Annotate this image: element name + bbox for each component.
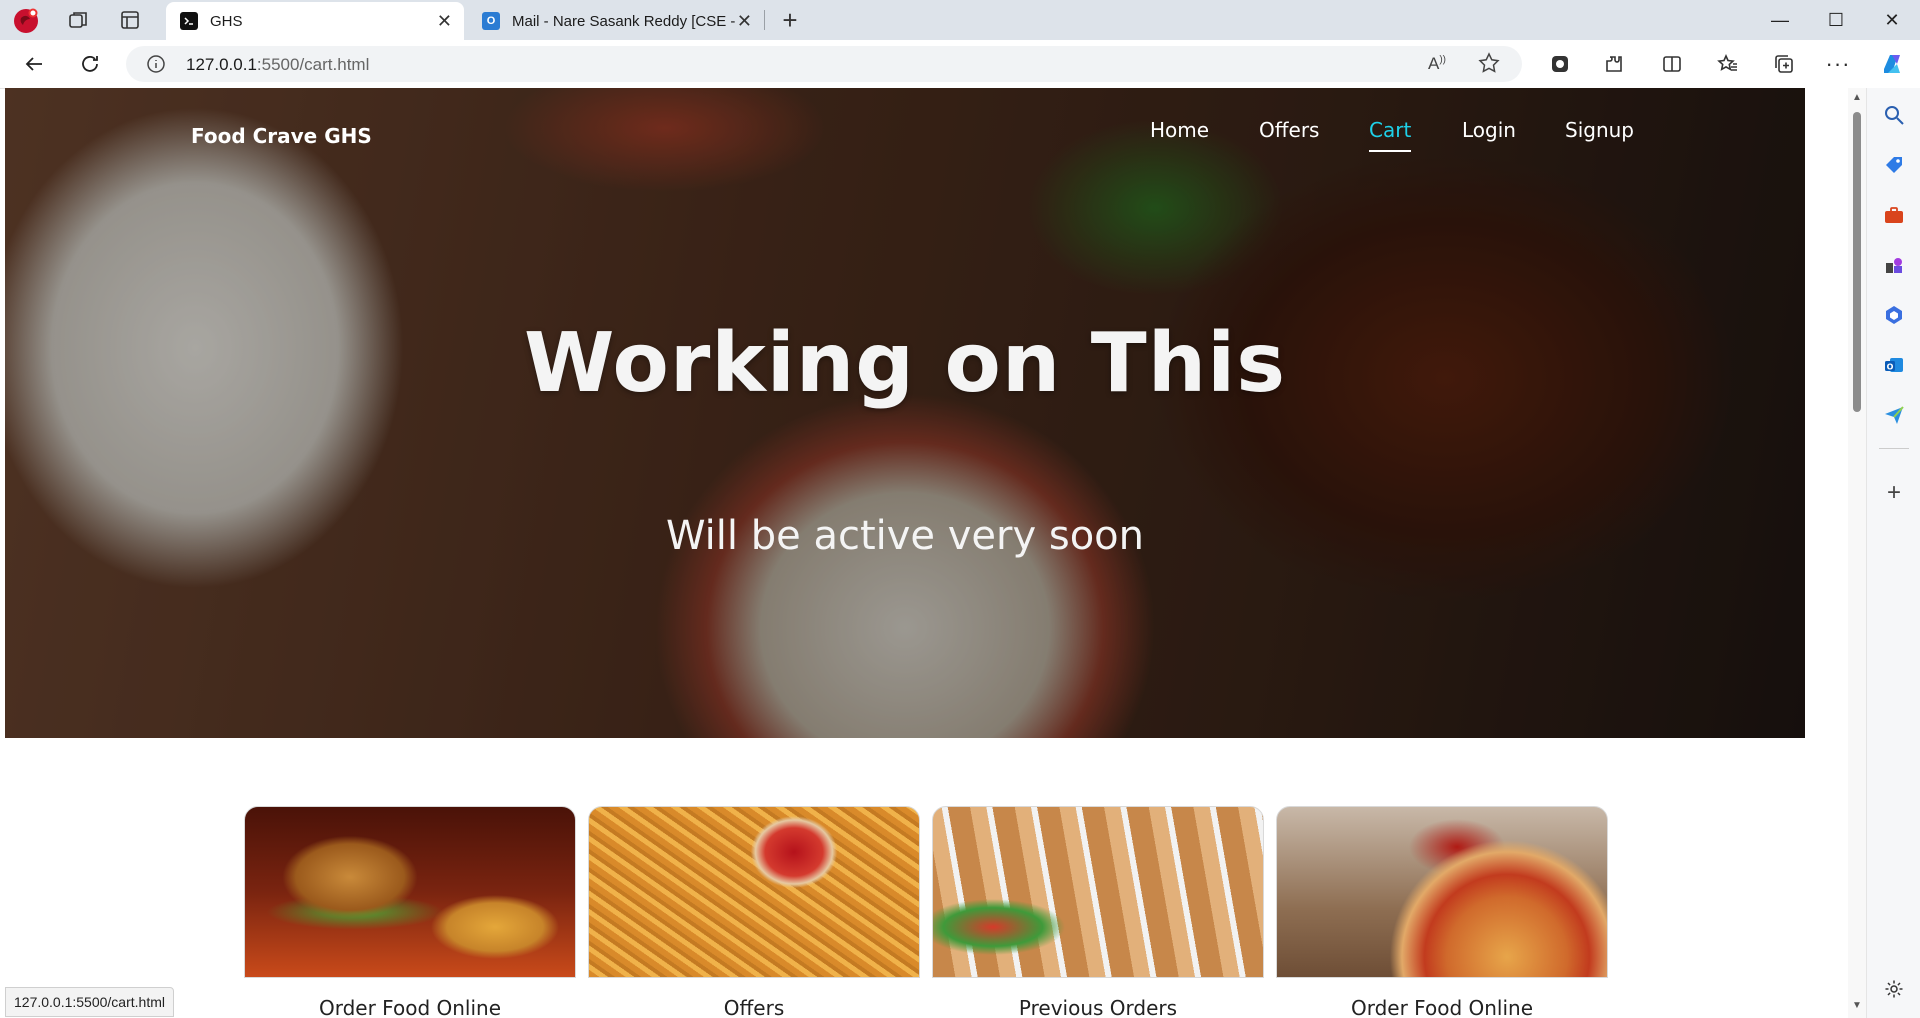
tab-mail[interactable]: O Mail - Nare Sasank Reddy [CSE - ✕ (468, 2, 764, 40)
nav-home[interactable]: Home (1150, 118, 1209, 142)
workspaces-icon[interactable] (64, 6, 92, 34)
card-label: Order Food Online (318, 996, 502, 1018)
tab-ghs[interactable]: GHS ✕ (166, 2, 464, 40)
browser-toolbar: 127.0.0.1:5500/cart.html A)) ··· (0, 40, 1920, 89)
french-fries-image (588, 806, 920, 978)
vscode-live-server-favicon-icon (180, 12, 198, 30)
status-url-bubble: 127.0.0.1:5500/cart.html (5, 987, 174, 1017)
tools-briefcase-icon[interactable] (1881, 202, 1907, 228)
outlook-icon[interactable]: O (1881, 352, 1907, 378)
scroll-up-arrow-icon[interactable]: ▲ (1852, 92, 1862, 103)
nav-cart[interactable]: Cart (1369, 118, 1412, 152)
kebab-skewers-image (932, 806, 1264, 978)
hero-banner: Food Crave GHS Home Offers Cart Login Si… (5, 88, 1805, 738)
close-tab-icon[interactable]: ✕ (437, 11, 452, 32)
close-window-button[interactable]: ✕ (1864, 0, 1920, 40)
card-label: Order Food Online (1350, 996, 1534, 1018)
hero-title: Working on This (523, 316, 1287, 411)
outlook-favicon-icon: O (482, 12, 500, 30)
refresh-icon[interactable] (74, 49, 106, 79)
favorite-star-icon[interactable] (1478, 52, 1500, 79)
tab-title: Mail - Nare Sasank Reddy [CSE - (512, 12, 736, 30)
nav-offers[interactable]: Offers (1259, 118, 1319, 142)
sidebar-divider (1879, 448, 1909, 449)
browser-essentials-icon[interactable] (1544, 49, 1576, 79)
games-icon[interactable] (1881, 252, 1907, 278)
card-label: Offers (723, 996, 785, 1018)
vertical-tabs-icon[interactable] (116, 6, 144, 34)
nav-signup[interactable]: Signup (1565, 118, 1634, 142)
new-tab-icon[interactable]: + (776, 5, 804, 35)
card-order-food-online[interactable]: Order Food Online (244, 806, 576, 1018)
maximize-window-button[interactable]: ☐ (1808, 0, 1864, 40)
svg-text:O: O (1887, 363, 1894, 372)
add-sidebar-app-icon[interactable]: + (1881, 479, 1907, 506)
send-drop-icon[interactable] (1881, 402, 1907, 428)
site-brand-logo[interactable]: Food Crave GHS (191, 124, 372, 148)
card-previous-orders[interactable]: Previous Orders (932, 806, 1264, 1018)
card-label: Previous Orders (1018, 996, 1178, 1018)
url-host: 127.0.0.1 (186, 55, 257, 74)
tab-title: GHS (210, 12, 243, 30)
search-icon[interactable] (1881, 102, 1907, 128)
shopping-tag-icon[interactable] (1881, 152, 1907, 178)
scroll-down-arrow-icon[interactable]: ▼ (1852, 1000, 1862, 1011)
copilot-icon[interactable] (1876, 49, 1908, 79)
hero-subtitle: Will be active very soon (666, 513, 1144, 559)
tab-divider (764, 10, 765, 30)
browser-tab-strip: GHS ✕ O Mail - Nare Sasank Reddy [CSE - … (0, 0, 1920, 40)
microsoft-365-icon[interactable] (1881, 302, 1907, 328)
close-tab-icon[interactable]: ✕ (737, 11, 752, 32)
page-viewport: Food Crave GHS Home Offers Cart Login Si… (5, 88, 1848, 1018)
profile-avatar-icon[interactable] (12, 6, 40, 34)
settings-gear-icon[interactable] (1881, 976, 1907, 1002)
minimize-window-button[interactable]: — (1752, 0, 1808, 40)
url-path: :5500/cart.html (256, 55, 370, 74)
split-screen-icon[interactable] (1656, 49, 1688, 79)
address-url[interactable]: 127.0.0.1:5500/cart.html (186, 55, 369, 75)
more-options-icon[interactable]: ··· (1822, 49, 1854, 79)
card-order-food-online-2[interactable]: Order Food Online (1276, 806, 1608, 1018)
back-arrow-icon[interactable] (18, 49, 50, 79)
scrollbar-thumb[interactable] (1853, 112, 1861, 412)
page-scrollbar[interactable]: ▲ ▼ (1848, 88, 1866, 1018)
card-offers[interactable]: Offers (588, 806, 920, 1018)
address-bar[interactable]: 127.0.0.1:5500/cart.html A)) (126, 46, 1522, 82)
nav-login[interactable]: Login (1462, 118, 1516, 142)
hero-overlay (5, 88, 1805, 738)
extensions-icon[interactable] (1598, 49, 1630, 79)
edge-sidebar: O + (1866, 88, 1920, 1018)
collections-icon[interactable] (1768, 49, 1800, 79)
favorites-icon[interactable] (1712, 49, 1744, 79)
burger-and-fries-image (244, 806, 576, 978)
read-aloud-icon[interactable]: A)) (1428, 54, 1446, 74)
site-info-icon[interactable] (146, 54, 166, 79)
pizza-image (1276, 806, 1608, 978)
